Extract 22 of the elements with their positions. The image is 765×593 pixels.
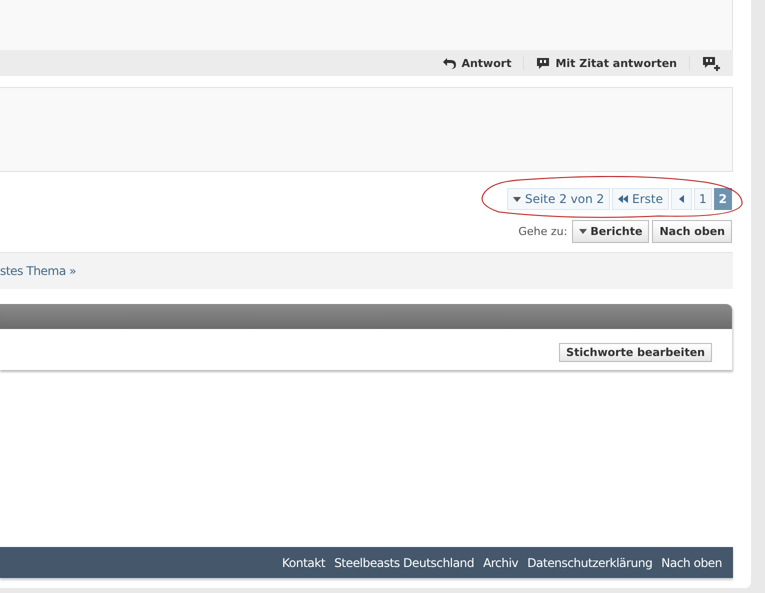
footer-link[interactable]: Steelbeasts Deutschland — [334, 556, 474, 570]
footer-link[interactable]: Archiv — [483, 556, 518, 570]
footer-link[interactable]: Nach oben — [661, 556, 722, 570]
post-action-link[interactable]: Antwort — [442, 56, 512, 70]
left-triangle-icon — [679, 195, 684, 203]
footer-link[interactable]: Datenschutzerklärung — [527, 556, 652, 570]
first-page-link[interactable]: Erste — [612, 188, 669, 210]
goto-button[interactable]: Nach oben — [652, 220, 732, 243]
page-jump-dropdown[interactable]: Seite 2 von 2 — [506, 188, 610, 210]
edit-tags-button[interactable]: Stichworte bearbeiten — [559, 343, 712, 362]
goto-label: Gehe zu: — [518, 225, 568, 238]
post-action-link[interactable] — [702, 56, 721, 70]
previous-page-button[interactable] — [671, 188, 692, 210]
footer-link[interactable]: Kontakt — [282, 556, 326, 570]
next-thread-link[interactable]: stes Thema » — [0, 264, 76, 278]
page-number[interactable]: 1 — [694, 188, 712, 210]
goto-button[interactable]: Berichte — [572, 220, 650, 243]
speech-bubble-plus-icon — [702, 56, 721, 70]
speech-bubble-icon — [536, 56, 550, 70]
double-left-triangle-icon — [618, 195, 628, 203]
post-action-link[interactable]: Mit Zitat antworten — [536, 56, 677, 70]
reply-arrow-icon — [442, 56, 456, 70]
